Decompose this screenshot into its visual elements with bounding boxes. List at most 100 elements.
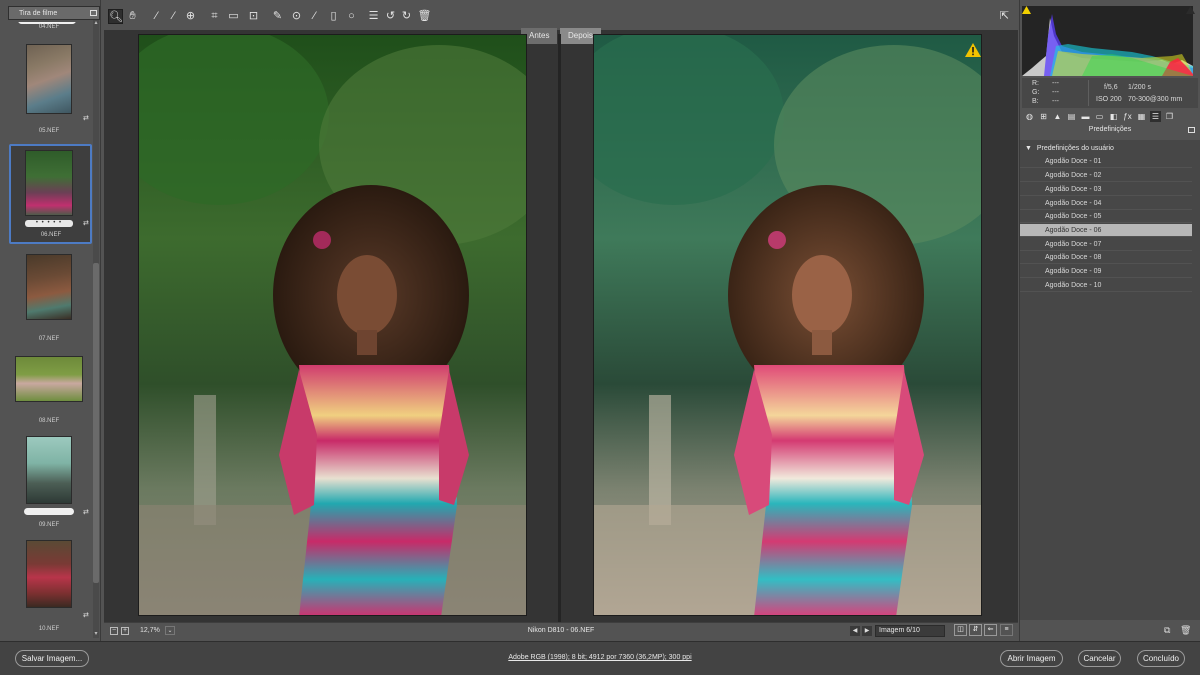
flag-icon[interactable]: ⇄ (83, 115, 90, 122)
preferences-icon[interactable]: ☰ (366, 9, 381, 24)
tool-bar: 🔍︎ ✋︎ ⁄ ⁄ ⊕ ⌗ ▭ ⊡ ✎ ⊙ ⁄ ▯ ○ ☰ ↺ ↻ 🗑︎ ⇱ (104, 6, 1018, 30)
shadow-clipping-icon[interactable] (1022, 6, 1031, 14)
thumbnail-image (26, 436, 72, 504)
detail-icon[interactable]: ▲ (1052, 111, 1063, 122)
adjustment-brush-icon[interactable]: ⁄ (307, 9, 322, 24)
disclosure-triangle-icon[interactable]: ▼ (1025, 145, 1032, 152)
thumbnail-bar (24, 508, 74, 515)
effects-icon[interactable]: ◧ (1108, 111, 1119, 122)
rotate-left-icon[interactable]: ↺ (383, 9, 398, 24)
hsl-icon[interactable]: ▤ (1066, 111, 1077, 122)
preset-item[interactable]: Agodão Doce - 03 (1020, 183, 1192, 196)
zoom-icon[interactable]: 🔍︎ (108, 9, 123, 24)
previous-image-icon[interactable]: ◀ (850, 626, 860, 636)
preset-item[interactable]: Agodão Doce - 05 (1020, 210, 1192, 223)
preset-item[interactable]: Agodão Doce - 07 (1020, 238, 1192, 251)
panel-menu-icon[interactable] (1188, 127, 1195, 133)
split-toning-icon[interactable]: ▬ (1080, 111, 1091, 122)
b-label: B: (1032, 98, 1039, 105)
done-button[interactable]: Concluído (1137, 650, 1185, 667)
filmstrip-item[interactable]: 04.NEF (6, 22, 92, 34)
thumbnail-image (26, 254, 72, 320)
b-value: --- (1052, 98, 1059, 105)
crop-icon[interactable]: ⌗ (207, 9, 222, 24)
panel-title: Predefinições (1022, 126, 1198, 137)
white-balance-icon[interactable]: ⁄ (149, 9, 164, 24)
filmstrip-item[interactable]: 10.NEF ⇄ (6, 538, 92, 636)
presets-icon[interactable]: ☰ (1150, 111, 1161, 122)
thumbnail-image (25, 150, 73, 216)
spot-removal-icon[interactable]: ✎ (270, 9, 285, 24)
delete-preset-icon[interactable]: 🗑︎ (1180, 625, 1191, 636)
basic-panel-icon[interactable]: ◍ (1024, 111, 1035, 122)
radial-filter-icon[interactable]: ○ (344, 9, 359, 24)
highlight-clipping-icon[interactable] (1186, 6, 1195, 14)
preset-item[interactable]: Agodão Doce - 09 (1020, 265, 1192, 278)
before-photo-graphic (139, 35, 526, 615)
filmstrip-scrollbar[interactable]: ▴ ▾ (93, 20, 99, 638)
panel-title-text: Predefinições (1088, 126, 1132, 133)
cancel-button[interactable]: Cancelar (1078, 650, 1121, 667)
iso-value: ISO 200 (1096, 96, 1122, 103)
before-image[interactable] (138, 34, 527, 616)
warning-icon[interactable] (965, 43, 981, 57)
filmstrip-item-selected[interactable]: • • • • • 06.NEF ⇄ (9, 144, 92, 244)
thumbnail-filename: 04.NEF (38, 24, 60, 30)
toggle-settings-icon[interactable]: ≡ (1000, 624, 1013, 636)
flag-icon[interactable]: ⇄ (83, 220, 90, 227)
swap-settings-icon[interactable]: ⇵ (969, 624, 982, 636)
thumbnail-filename: 10.NEF (38, 626, 60, 632)
lens-corrections-icon[interactable]: ▭ (1094, 111, 1105, 122)
target-adjust-icon[interactable]: ⊕ (183, 9, 198, 24)
transform-icon[interactable]: ⊡ (246, 9, 261, 24)
tone-curve-icon[interactable]: ⊞ (1038, 111, 1049, 122)
r-label: R: (1032, 80, 1039, 87)
rotate-right-icon[interactable]: ↻ (399, 9, 414, 24)
fx-icon[interactable]: ƒx (1122, 111, 1133, 122)
trash-icon[interactable]: 🗑︎ (417, 9, 432, 24)
flag-icon[interactable]: ⇄ (83, 509, 90, 516)
pixel-readout: R: --- G: --- B: --- f/5,6 1/200 s ISO 2… (1022, 78, 1198, 108)
preset-item-selected[interactable]: Agodão Doce - 06 (1020, 224, 1192, 237)
camera-raw-window: Tira de filme 04.NEF 05.NEF ⇄ • • • • • … (0, 0, 1200, 675)
new-preset-icon[interactable]: ⧉ (1164, 625, 1170, 636)
filmstrip-item[interactable]: 08.NEF (6, 354, 92, 426)
r-value: --- (1052, 80, 1059, 87)
scroll-down-icon[interactable]: ▾ (93, 631, 99, 637)
preset-item[interactable]: Agodão Doce - 04 (1020, 197, 1192, 210)
g-label: G: (1032, 89, 1040, 96)
hand-icon[interactable]: ✋︎ (125, 9, 140, 24)
after-image[interactable] (593, 34, 982, 616)
preset-group[interactable]: ▼ Predefinições do usuário (1025, 145, 1114, 152)
preset-item[interactable]: Agodão Doce - 08 (1020, 251, 1192, 264)
fullscreen-icon[interactable]: ⇱ (997, 9, 1012, 24)
preset-item[interactable]: Agodão Doce - 01 (1020, 155, 1192, 168)
adjustments-panel: R: --- G: --- B: --- f/5,6 1/200 s ISO 2… (1019, 0, 1200, 641)
filmstrip-item[interactable]: 09.NEF ⇄ (6, 434, 92, 530)
flag-icon[interactable]: ⇄ (83, 612, 90, 619)
before-after-view-icon[interactable]: ◫ (954, 624, 967, 636)
open-image-button[interactable]: Abrir Imagem (1000, 650, 1063, 667)
filmstrip-menu-icon[interactable] (90, 10, 97, 16)
panel-tabs: ◍ ⊞ ▲ ▤ ▬ ▭ ◧ ƒx ▦ ☰ ❐ (1022, 111, 1198, 125)
next-image-icon[interactable]: ▶ (862, 626, 872, 636)
thumbnail-image (15, 356, 83, 402)
color-sampler-icon[interactable]: ⁄ (166, 9, 181, 24)
scrollbar-thumb[interactable] (93, 263, 99, 583)
filmstrip-item[interactable]: 05.NEF ⇄ (6, 42, 92, 140)
straighten-icon[interactable]: ▭ (226, 9, 241, 24)
preset-item[interactable]: Agodão Doce - 02 (1020, 169, 1192, 182)
thumbnail-filename: 08.NEF (38, 418, 60, 424)
lens-value: 70-300@300 mm (1128, 96, 1183, 103)
filmstrip-header[interactable]: Tira de filme (8, 6, 100, 20)
scroll-up-icon[interactable]: ▴ (93, 20, 99, 26)
preset-item[interactable]: Agodão Doce - 10 (1020, 279, 1192, 292)
rating-stars[interactable]: • • • • • (25, 220, 73, 227)
snapshots-icon[interactable]: ❐ (1164, 111, 1175, 122)
graduated-filter-icon[interactable]: ▯ (326, 9, 341, 24)
shutter-value: 1/200 s (1128, 84, 1151, 91)
red-eye-icon[interactable]: ⊙ (289, 9, 304, 24)
camera-calibration-icon[interactable]: ▦ (1136, 111, 1147, 122)
filmstrip-item[interactable]: 07.NEF (6, 252, 92, 344)
copy-settings-icon[interactable]: ⇐ (984, 624, 997, 636)
